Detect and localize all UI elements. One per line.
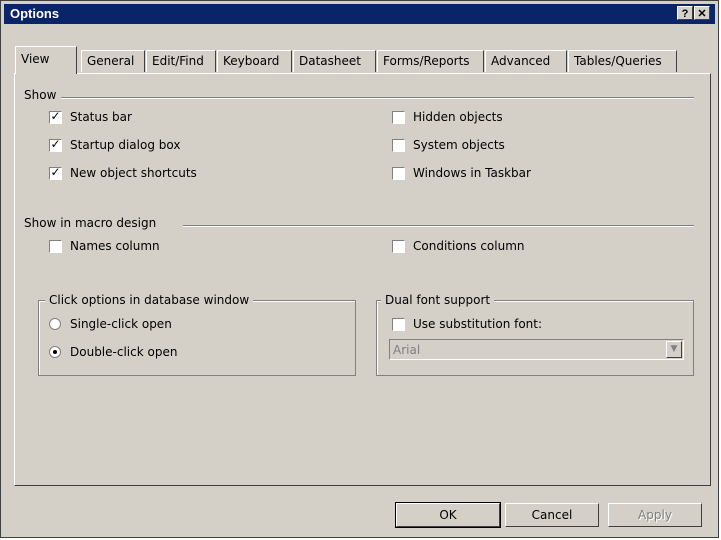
status-bar-checkbox[interactable]: ✓ bbox=[49, 109, 62, 124]
show-group-divider bbox=[51, 97, 694, 99]
macro-group-heading: Show in macro design bbox=[24, 216, 162, 230]
check-icon: ✓ bbox=[50, 165, 61, 179]
check-icon: ✓ bbox=[50, 137, 61, 151]
new-object-shortcuts-checkbox[interactable]: ✓ bbox=[49, 165, 62, 180]
apply-button[interactable]: Apply bbox=[608, 503, 702, 527]
conditions-column-checkbox[interactable] bbox=[392, 240, 405, 253]
radio-selected-dot bbox=[53, 350, 57, 354]
names-column-label: Names column bbox=[70, 239, 160, 253]
system-objects-label: System objects bbox=[413, 138, 505, 152]
startup-dialog-checkbox[interactable]: ✓ bbox=[49, 137, 62, 152]
windows-in-taskbar-label: Windows in Taskbar bbox=[413, 166, 531, 180]
title-bar: Options ? ✕ bbox=[4, 4, 715, 24]
dual-font-heading: Dual font support bbox=[381, 293, 495, 307]
close-button[interactable]: ✕ bbox=[694, 6, 710, 20]
font-select-value: Arial bbox=[393, 343, 421, 357]
windows-in-taskbar-checkbox[interactable] bbox=[392, 167, 405, 180]
double-click-label: Double-click open bbox=[70, 345, 178, 359]
click-options-frame bbox=[38, 300, 356, 376]
new-object-shortcuts-label: New object shortcuts bbox=[70, 166, 197, 180]
check-icon: ✓ bbox=[50, 109, 61, 123]
hidden-objects-label: Hidden objects bbox=[413, 110, 503, 124]
font-select[interactable]: Arial ▼ bbox=[389, 339, 684, 360]
tab-general[interactable]: General bbox=[81, 50, 145, 72]
close-icon: ✕ bbox=[697, 8, 707, 20]
cancel-button[interactable]: Cancel bbox=[505, 503, 599, 527]
tab-keyboard[interactable]: Keyboard bbox=[217, 50, 292, 72]
names-column-checkbox[interactable] bbox=[49, 240, 62, 253]
tab-view[interactable]: View bbox=[15, 46, 77, 74]
use-substitution-font-checkbox[interactable] bbox=[392, 318, 405, 331]
macro-group-divider bbox=[183, 225, 694, 227]
help-button[interactable]: ? bbox=[677, 6, 693, 20]
show-group-heading: Show bbox=[24, 88, 62, 102]
tab-forms-reports[interactable]: Forms/Reports bbox=[377, 50, 484, 72]
click-options-heading: Click options in database window bbox=[45, 293, 254, 307]
chevron-down-icon[interactable]: ▼ bbox=[666, 341, 682, 358]
view-tab-panel: Show ✓ Status bar ✓ Startup dialog box ✓… bbox=[14, 73, 711, 486]
single-click-radio[interactable] bbox=[49, 318, 61, 330]
dual-font-frame bbox=[376, 300, 694, 376]
tab-edit-find[interactable]: Edit/Find bbox=[146, 50, 216, 72]
conditions-column-label: Conditions column bbox=[413, 239, 525, 253]
ok-button[interactable]: OK bbox=[395, 502, 501, 528]
tab-datasheet[interactable]: Datasheet bbox=[293, 50, 376, 72]
single-click-label: Single-click open bbox=[70, 317, 172, 331]
tab-tables-queries[interactable]: Tables/Queries bbox=[568, 50, 677, 72]
hidden-objects-checkbox[interactable] bbox=[392, 111, 405, 124]
tab-advanced[interactable]: Advanced bbox=[485, 50, 567, 72]
startup-dialog-label: Startup dialog box bbox=[70, 138, 181, 152]
status-bar-label: Status bar bbox=[70, 110, 132, 124]
use-substitution-font-label: Use substitution font: bbox=[413, 317, 543, 331]
double-click-radio[interactable] bbox=[49, 346, 61, 358]
dialog-title: Options bbox=[10, 6, 60, 21]
system-objects-checkbox[interactable] bbox=[392, 139, 405, 152]
options-dialog: Options ? ✕ View General Edit/Find Keybo… bbox=[0, 0, 719, 538]
